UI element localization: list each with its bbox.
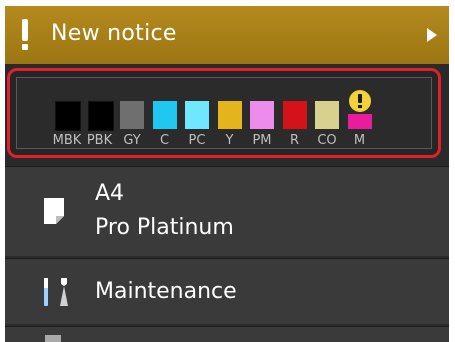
ink-tank-pbk: [87, 101, 114, 131]
ink-tank-m: [347, 114, 372, 129]
ink-tank-pm: [250, 101, 274, 129]
paper-sheet-icon: [44, 198, 64, 224]
ink-label-mbk: MBK: [52, 133, 82, 148]
ink-label-m: M: [353, 133, 366, 148]
ink-label-pm: PM: [252, 133, 272, 148]
ink-status-panel[interactable]: MBK PBK GY C PC Y PM R CO M: [7, 68, 441, 158]
new-notice-bar[interactable]: New notice: [5, 6, 449, 64]
ink-label-pbk: PBK: [86, 133, 113, 148]
ink-label-co: CO: [317, 133, 337, 148]
printer-screen: New notice MBK PBK GY C PC Y PM R CO M A4 Pro Pla…: [5, 6, 449, 342]
next-menu-row[interactable]: [5, 326, 449, 342]
ink-tank-r: [282, 101, 307, 129]
maintenance-row[interactable]: Maintenance: [5, 258, 449, 324]
ink-label-r: R: [289, 133, 300, 148]
chevron-right-icon: [427, 28, 437, 42]
settings-icon: [45, 335, 61, 342]
paper-settings-row[interactable]: A4 Pro Platinum: [5, 166, 449, 256]
ink-tank-mbk: [55, 101, 81, 131]
ink-tank-gy: [120, 101, 144, 129]
ink-label-c: C: [159, 133, 170, 148]
ink-label-y: Y: [225, 133, 234, 148]
ink-label-gy: GY: [123, 133, 141, 148]
paper-size-label: A4: [95, 181, 125, 206]
ink-tank-co: [315, 101, 339, 129]
ink-label-pc: PC: [188, 133, 206, 148]
ink-levels: MBK PBK GY C PC Y PM R CO M: [16, 77, 432, 149]
exclamation-icon: [19, 19, 31, 51]
ink-tank-pc: [185, 101, 209, 129]
ink-tank-y: [217, 101, 242, 129]
ink-tank-c: [152, 101, 177, 129]
maintenance-label: Maintenance: [95, 279, 237, 304]
notice-title: New notice: [51, 21, 177, 46]
media-type-label: Pro Platinum: [95, 215, 234, 240]
tools-icon: [44, 278, 68, 306]
exclamation-circle-icon: [348, 90, 371, 112]
